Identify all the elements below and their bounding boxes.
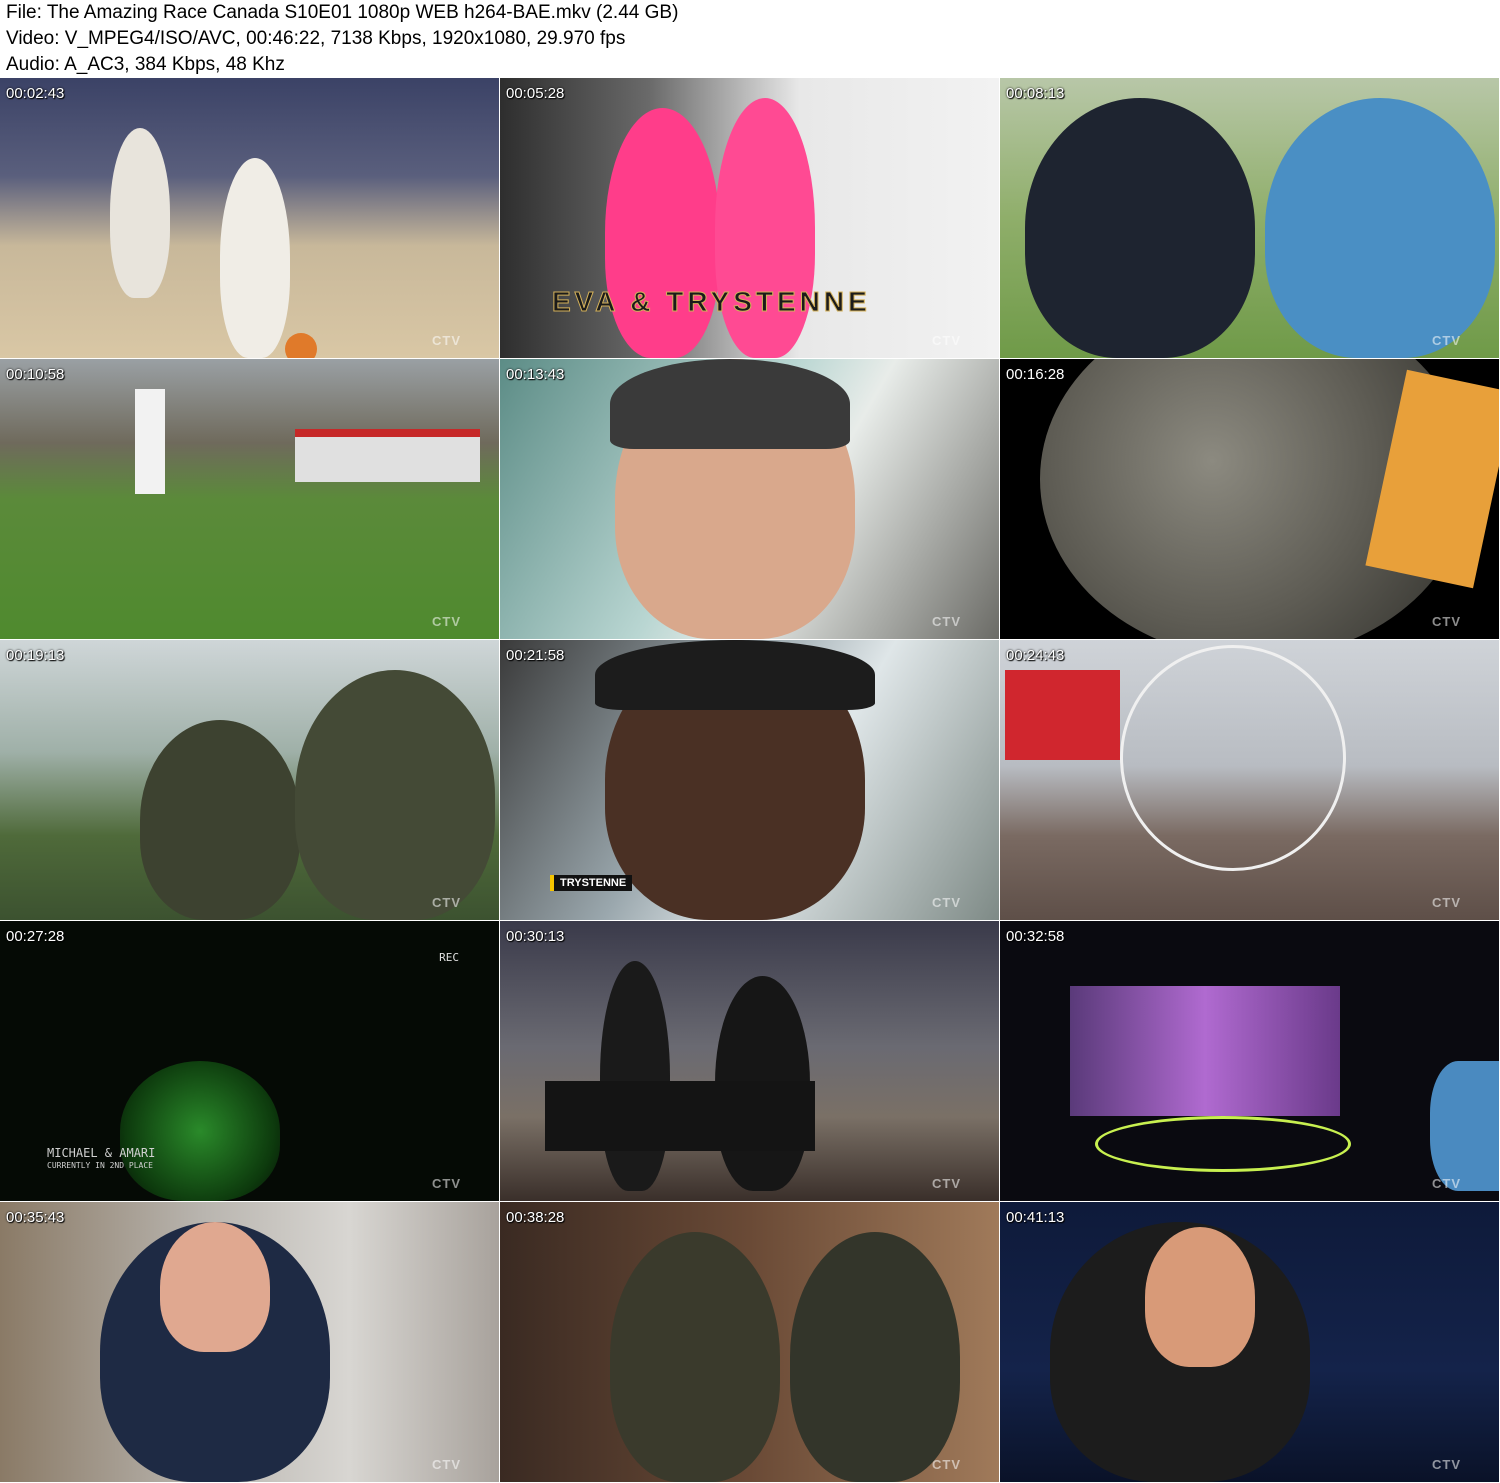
ctv-watermark: CTV: [432, 333, 461, 348]
ctv-watermark: CTV: [432, 1457, 461, 1472]
ctv-watermark: CTV: [932, 895, 961, 910]
thumbnail-11: 00:30:13 CTV: [500, 921, 999, 1201]
ctv-watermark: CTV: [1432, 895, 1461, 910]
thumbnail-9: 00:24:43 CTV: [1000, 640, 1499, 920]
thumbnail-13: 00:35:43 CTV: [0, 1202, 499, 1482]
ctv-watermark: CTV: [1432, 333, 1461, 348]
thumbnail-grid: 00:02:43 CTV EVA & TRYSTENNE 00:05:28 CT…: [0, 78, 1500, 1483]
timestamp: 00:05:28: [506, 85, 565, 102]
timestamp: 00:27:28: [6, 928, 65, 945]
thumbnail-5: 00:13:43 CTV: [500, 359, 999, 639]
name-caption: TRYSTENNE: [550, 875, 633, 891]
timestamp: 00:08:13: [1006, 85, 1065, 102]
timestamp: 00:13:43: [506, 366, 565, 383]
timestamp: 00:38:28: [506, 1209, 565, 1226]
ctv-watermark: CTV: [932, 333, 961, 348]
file-info-header: File: The Amazing Race Canada S10E01 108…: [0, 0, 1500, 78]
ctv-watermark: CTV: [932, 1176, 961, 1191]
timestamp: 00:32:58: [1006, 928, 1065, 945]
audio-info: Audio: A_AC3, 384 Kbps, 48 Khz: [6, 54, 285, 75]
timestamp: 00:19:13: [6, 647, 65, 664]
ctv-watermark: CTV: [432, 895, 461, 910]
thumbnail-8: TRYSTENNE 00:21:58 CTV: [500, 640, 999, 920]
timestamp: 00:24:43: [1006, 647, 1065, 664]
thumbnail-2: EVA & TRYSTENNE 00:05:28 CTV: [500, 78, 999, 358]
rec-indicator: REC: [439, 951, 459, 964]
thumbnail-7: 00:19:13 CTV: [0, 640, 499, 920]
thumbnail-1: 00:02:43 CTV: [0, 78, 499, 358]
thumbnail-12: 00:32:58 CTV: [1000, 921, 1499, 1201]
ctv-watermark: CTV: [1432, 614, 1461, 629]
ctv-watermark: CTV: [1432, 1176, 1461, 1191]
thumbnail-14: 00:38:28 CTV: [500, 1202, 999, 1482]
thumbnail-10: REC MICHAEL & AMARI CURRENTLY IN 2ND PLA…: [0, 921, 499, 1201]
ctv-watermark: CTV: [932, 1457, 961, 1472]
timestamp: 00:35:43: [6, 1209, 65, 1226]
timestamp: 00:16:28: [1006, 366, 1065, 383]
ctv-watermark: CTV: [432, 614, 461, 629]
ctv-watermark: CTV: [432, 1176, 461, 1191]
team-name-caption: MICHAEL & AMARI: [47, 1146, 156, 1160]
timestamp: 00:41:13: [1006, 1209, 1065, 1226]
ctv-watermark: CTV: [1432, 1457, 1461, 1472]
team-name-caption: EVA & TRYSTENNE: [552, 286, 871, 318]
placement-caption: CURRENTLY IN 2ND PLACE: [47, 1161, 153, 1170]
thumbnail-4: 00:10:58 CTV: [0, 359, 499, 639]
file-info: File: The Amazing Race Canada S10E01 108…: [6, 2, 679, 23]
timestamp: 00:02:43: [6, 85, 65, 102]
timestamp: 00:21:58: [506, 647, 565, 664]
video-info: Video: V_MPEG4/ISO/AVC, 00:46:22, 7138 K…: [6, 28, 626, 49]
timestamp: 00:30:13: [506, 928, 565, 945]
thumbnail-6: 00:16:28 CTV: [1000, 359, 1499, 639]
timestamp: 00:10:58: [6, 366, 65, 383]
ctv-watermark: CTV: [932, 614, 961, 629]
thumbnail-3: 00:08:13 CTV: [1000, 78, 1499, 358]
thumbnail-15: 00:41:13 CTV: [1000, 1202, 1499, 1482]
